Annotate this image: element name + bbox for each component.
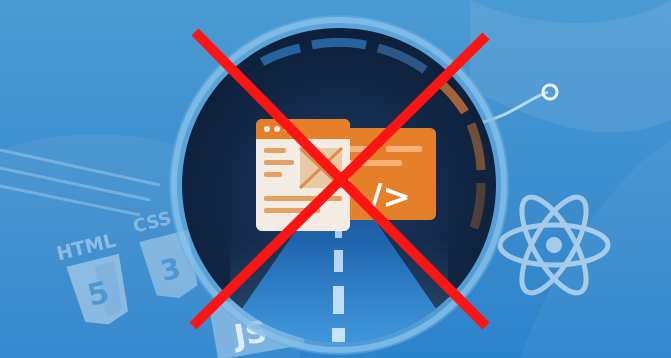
banner-illustration: HTML 5 CSS 3 JS />: [0, 0, 671, 358]
